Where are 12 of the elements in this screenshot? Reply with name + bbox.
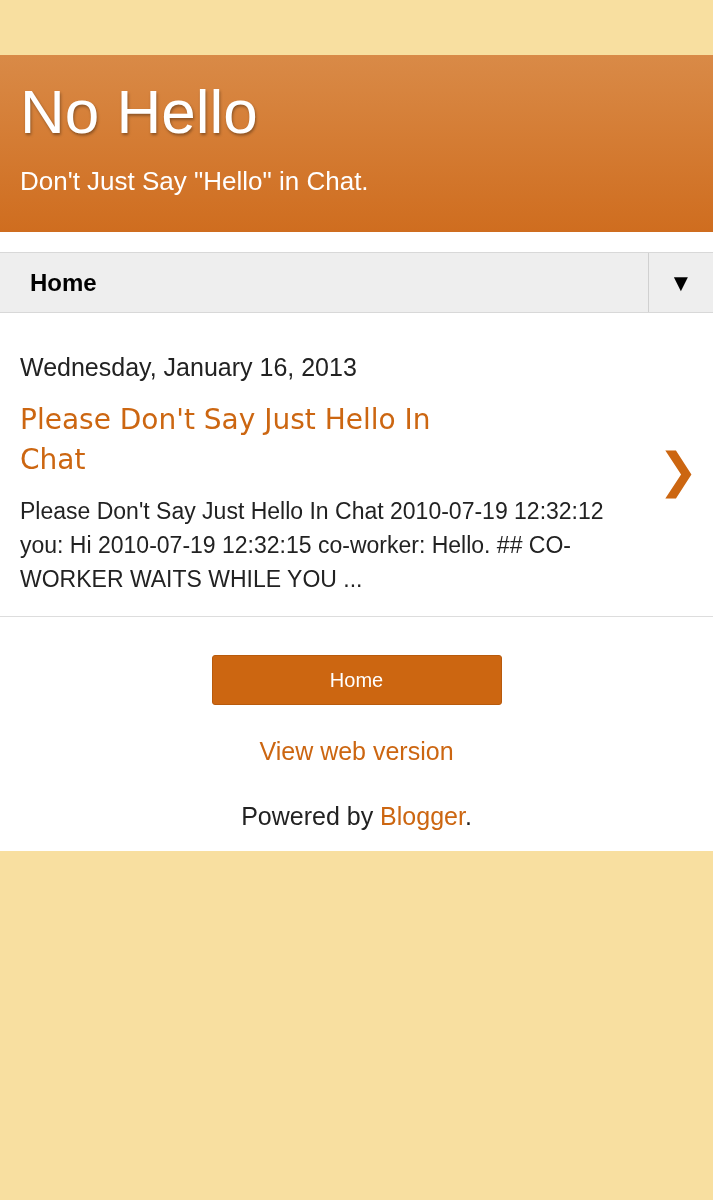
post-title-link[interactable]: Please Don't Say Just Hello In Chat: [20, 400, 490, 480]
blog-title: No Hello: [20, 79, 259, 145]
post-snippet: Please Don't Say Just Hello In Chat 2010-07-19 12:32:12 you: Hi 2010-07-19 12:32:15 co-worker: Hello. ## CO-WORKER WAITS WHILE YOU ...: [20, 497, 605, 594]
blogger-link[interactable]: Blogger: [380, 802, 465, 830]
nav-home-link[interactable]: Home: [0, 253, 648, 312]
post-date: Wednesday, January 16, 2013: [20, 353, 358, 382]
powered-by-text: Powered by Blogger.: [241, 802, 472, 831]
blog-description: Don't Just Say "Hello" in Chat.: [20, 166, 370, 198]
next-post-link[interactable]: ❯: [643, 441, 713, 498]
home-button[interactable]: Home: [211, 655, 502, 705]
web-version-link[interactable]: View web version: [259, 737, 454, 766]
dropdown-button[interactable]: ▼: [648, 253, 713, 312]
